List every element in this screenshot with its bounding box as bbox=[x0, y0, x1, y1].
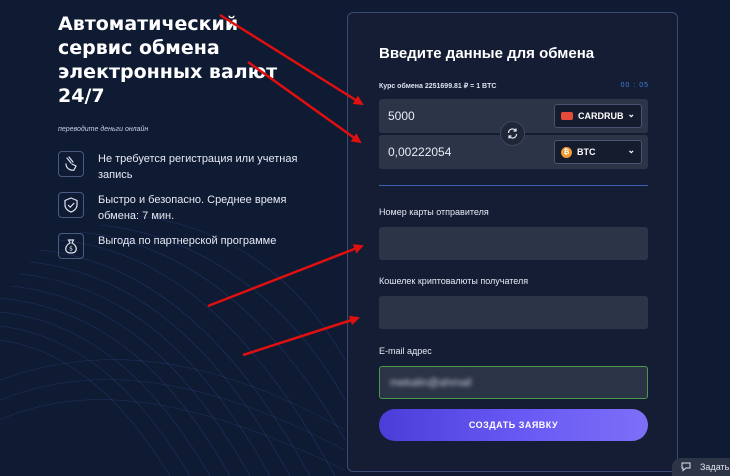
hero-section: Автоматический сервис обмена электронных… bbox=[58, 12, 328, 268]
email-value: mekalin@ahmail bbox=[390, 377, 472, 389]
chat-label: Задать bbox=[700, 462, 730, 472]
hero-title: Автоматический сервис обмена электронных… bbox=[58, 13, 278, 107]
chat-widget-tab[interactable]: Задать bbox=[672, 458, 730, 476]
chevron-down-icon: ⌄ bbox=[627, 145, 635, 155]
feature-item: $ Выгода по партнерской программе bbox=[58, 233, 328, 259]
chevron-down-icon: ⌄ bbox=[627, 109, 635, 119]
get-amount-input[interactable]: 0,00222054 bbox=[388, 135, 451, 169]
shield-check-icon bbox=[58, 192, 84, 218]
wallet-label: Кошелек криптовалюты получателя bbox=[379, 276, 529, 286]
wallet-input[interactable] bbox=[379, 296, 648, 329]
feature-text: Не требуется регистрация или учетная зап… bbox=[98, 153, 298, 181]
sender-card-input[interactable] bbox=[379, 227, 648, 260]
form-title: Введите данные для обмена bbox=[379, 45, 595, 62]
bitcoin-icon: ₿ bbox=[561, 146, 572, 158]
feature-text: Выгода по партнерской программе bbox=[98, 235, 277, 247]
give-amount-input[interactable]: 5000 bbox=[388, 99, 415, 133]
sender-card-label: Номер карты отправителя bbox=[379, 207, 489, 217]
rate-timer: 00 : 05 bbox=[620, 82, 649, 89]
hand-swipe-icon bbox=[58, 151, 84, 177]
chat-bubble-icon bbox=[681, 462, 691, 472]
create-request-button[interactable]: СОЗДАТЬ ЗАЯВКУ bbox=[379, 409, 648, 441]
swap-button[interactable] bbox=[500, 121, 525, 146]
feature-list: Не требуется регистрация или учетная зап… bbox=[58, 151, 328, 259]
svg-text:$: $ bbox=[69, 246, 73, 253]
get-currency-label: BTC bbox=[577, 147, 596, 157]
exchange-form: Введите данные для обмена Курс обмена 22… bbox=[347, 12, 678, 472]
card-icon bbox=[561, 112, 573, 120]
feature-item: Не требуется регистрация или учетная зап… bbox=[58, 151, 328, 183]
email-label: E-mail адрес bbox=[379, 346, 432, 356]
divider bbox=[379, 185, 648, 186]
email-input[interactable]: mekalin@ahmail bbox=[379, 366, 648, 399]
feature-item: Быстро и безопасно. Среднее время обмена… bbox=[58, 192, 328, 224]
give-currency-label: CARDRUB bbox=[578, 111, 624, 121]
hero-subtitle: переводите деньги онлайн bbox=[58, 126, 149, 133]
exchange-rate: Курс обмена 2251699.81 ₽ = 1 BTC bbox=[379, 83, 497, 90]
give-currency-select[interactable]: CARDRUB ⌄ bbox=[554, 104, 642, 128]
money-bag-icon: $ bbox=[58, 233, 84, 259]
feature-text: Быстро и безопасно. Среднее время обмена… bbox=[98, 194, 287, 222]
rate-row: Курс обмена 2251699.81 ₽ = 1 BTC 00 : 05 bbox=[379, 82, 649, 90]
get-currency-select[interactable]: ₿ BTC ⌄ bbox=[554, 140, 642, 164]
swap-icon bbox=[507, 128, 518, 139]
